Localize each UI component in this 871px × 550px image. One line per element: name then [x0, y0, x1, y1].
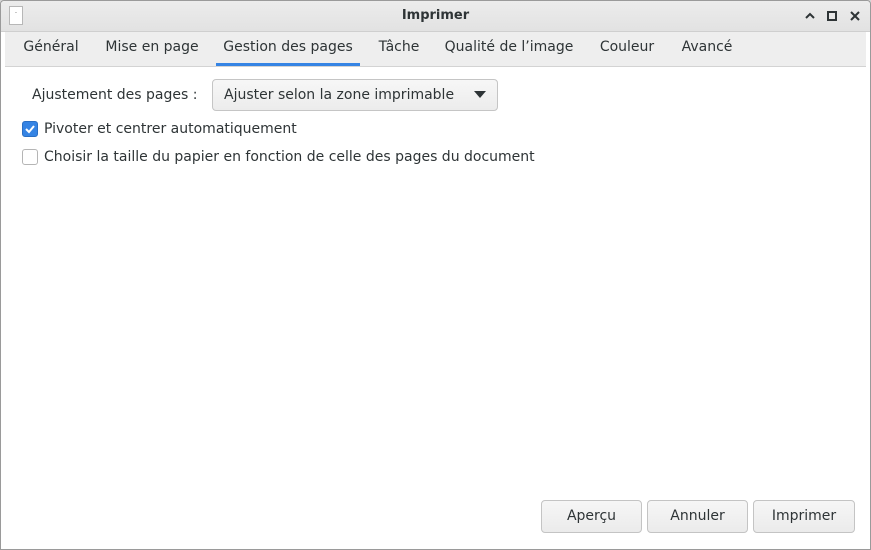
- close-icon: [850, 11, 860, 21]
- maximize-button[interactable]: [824, 8, 840, 24]
- page-handling-panel: Ajustement des pages : Ajuster selon la …: [5, 67, 866, 547]
- checkmark-icon: [25, 125, 35, 134]
- tab-page-setup[interactable]: Mise en page: [99, 32, 205, 66]
- tab-color[interactable]: Couleur: [591, 32, 663, 66]
- tab-image-quality[interactable]: Qualité de l’image: [439, 32, 579, 66]
- minimize-button[interactable]: [802, 8, 818, 24]
- print-button[interactable]: Imprimer: [753, 500, 855, 533]
- paper-size-by-document-option[interactable]: Choisir la taille du papier en fonction …: [22, 148, 535, 166]
- paper-size-by-document-checkbox[interactable]: [22, 149, 38, 165]
- print-dialog: · Imprimer Général Mise en page Gestion …: [0, 0, 871, 550]
- auto-rotate-option[interactable]: Pivoter et centrer automatiquement: [22, 120, 297, 138]
- tab-job[interactable]: Tâche: [371, 32, 427, 66]
- tab-page-handling[interactable]: Gestion des pages: [216, 32, 360, 66]
- square-icon: [827, 11, 837, 21]
- auto-rotate-checkbox[interactable]: [22, 121, 38, 137]
- tab-bar: Général Mise en page Gestion des pages T…: [5, 32, 866, 67]
- page-fit-dropdown[interactable]: Ajuster selon la zone imprimable: [212, 79, 498, 111]
- title-bar[interactable]: · Imprimer: [1, 1, 870, 32]
- caret-down-icon: [474, 91, 486, 98]
- cancel-button[interactable]: Annuler: [647, 500, 748, 533]
- preview-button[interactable]: Aperçu: [541, 500, 642, 533]
- page-fit-value: Ajuster selon la zone imprimable: [224, 87, 455, 103]
- chevron-up-icon: [805, 12, 815, 19]
- tab-general[interactable]: Général: [15, 32, 87, 66]
- tab-advanced[interactable]: Avancé: [673, 32, 741, 66]
- paper-size-by-document-label: Choisir la taille du papier en fonction …: [44, 149, 535, 165]
- close-button[interactable]: [847, 8, 863, 24]
- auto-rotate-label: Pivoter et centrer automatiquement: [44, 121, 297, 137]
- page-fit-label: Ajustement des pages :: [32, 87, 198, 103]
- window-title: Imprimer: [401, 8, 470, 23]
